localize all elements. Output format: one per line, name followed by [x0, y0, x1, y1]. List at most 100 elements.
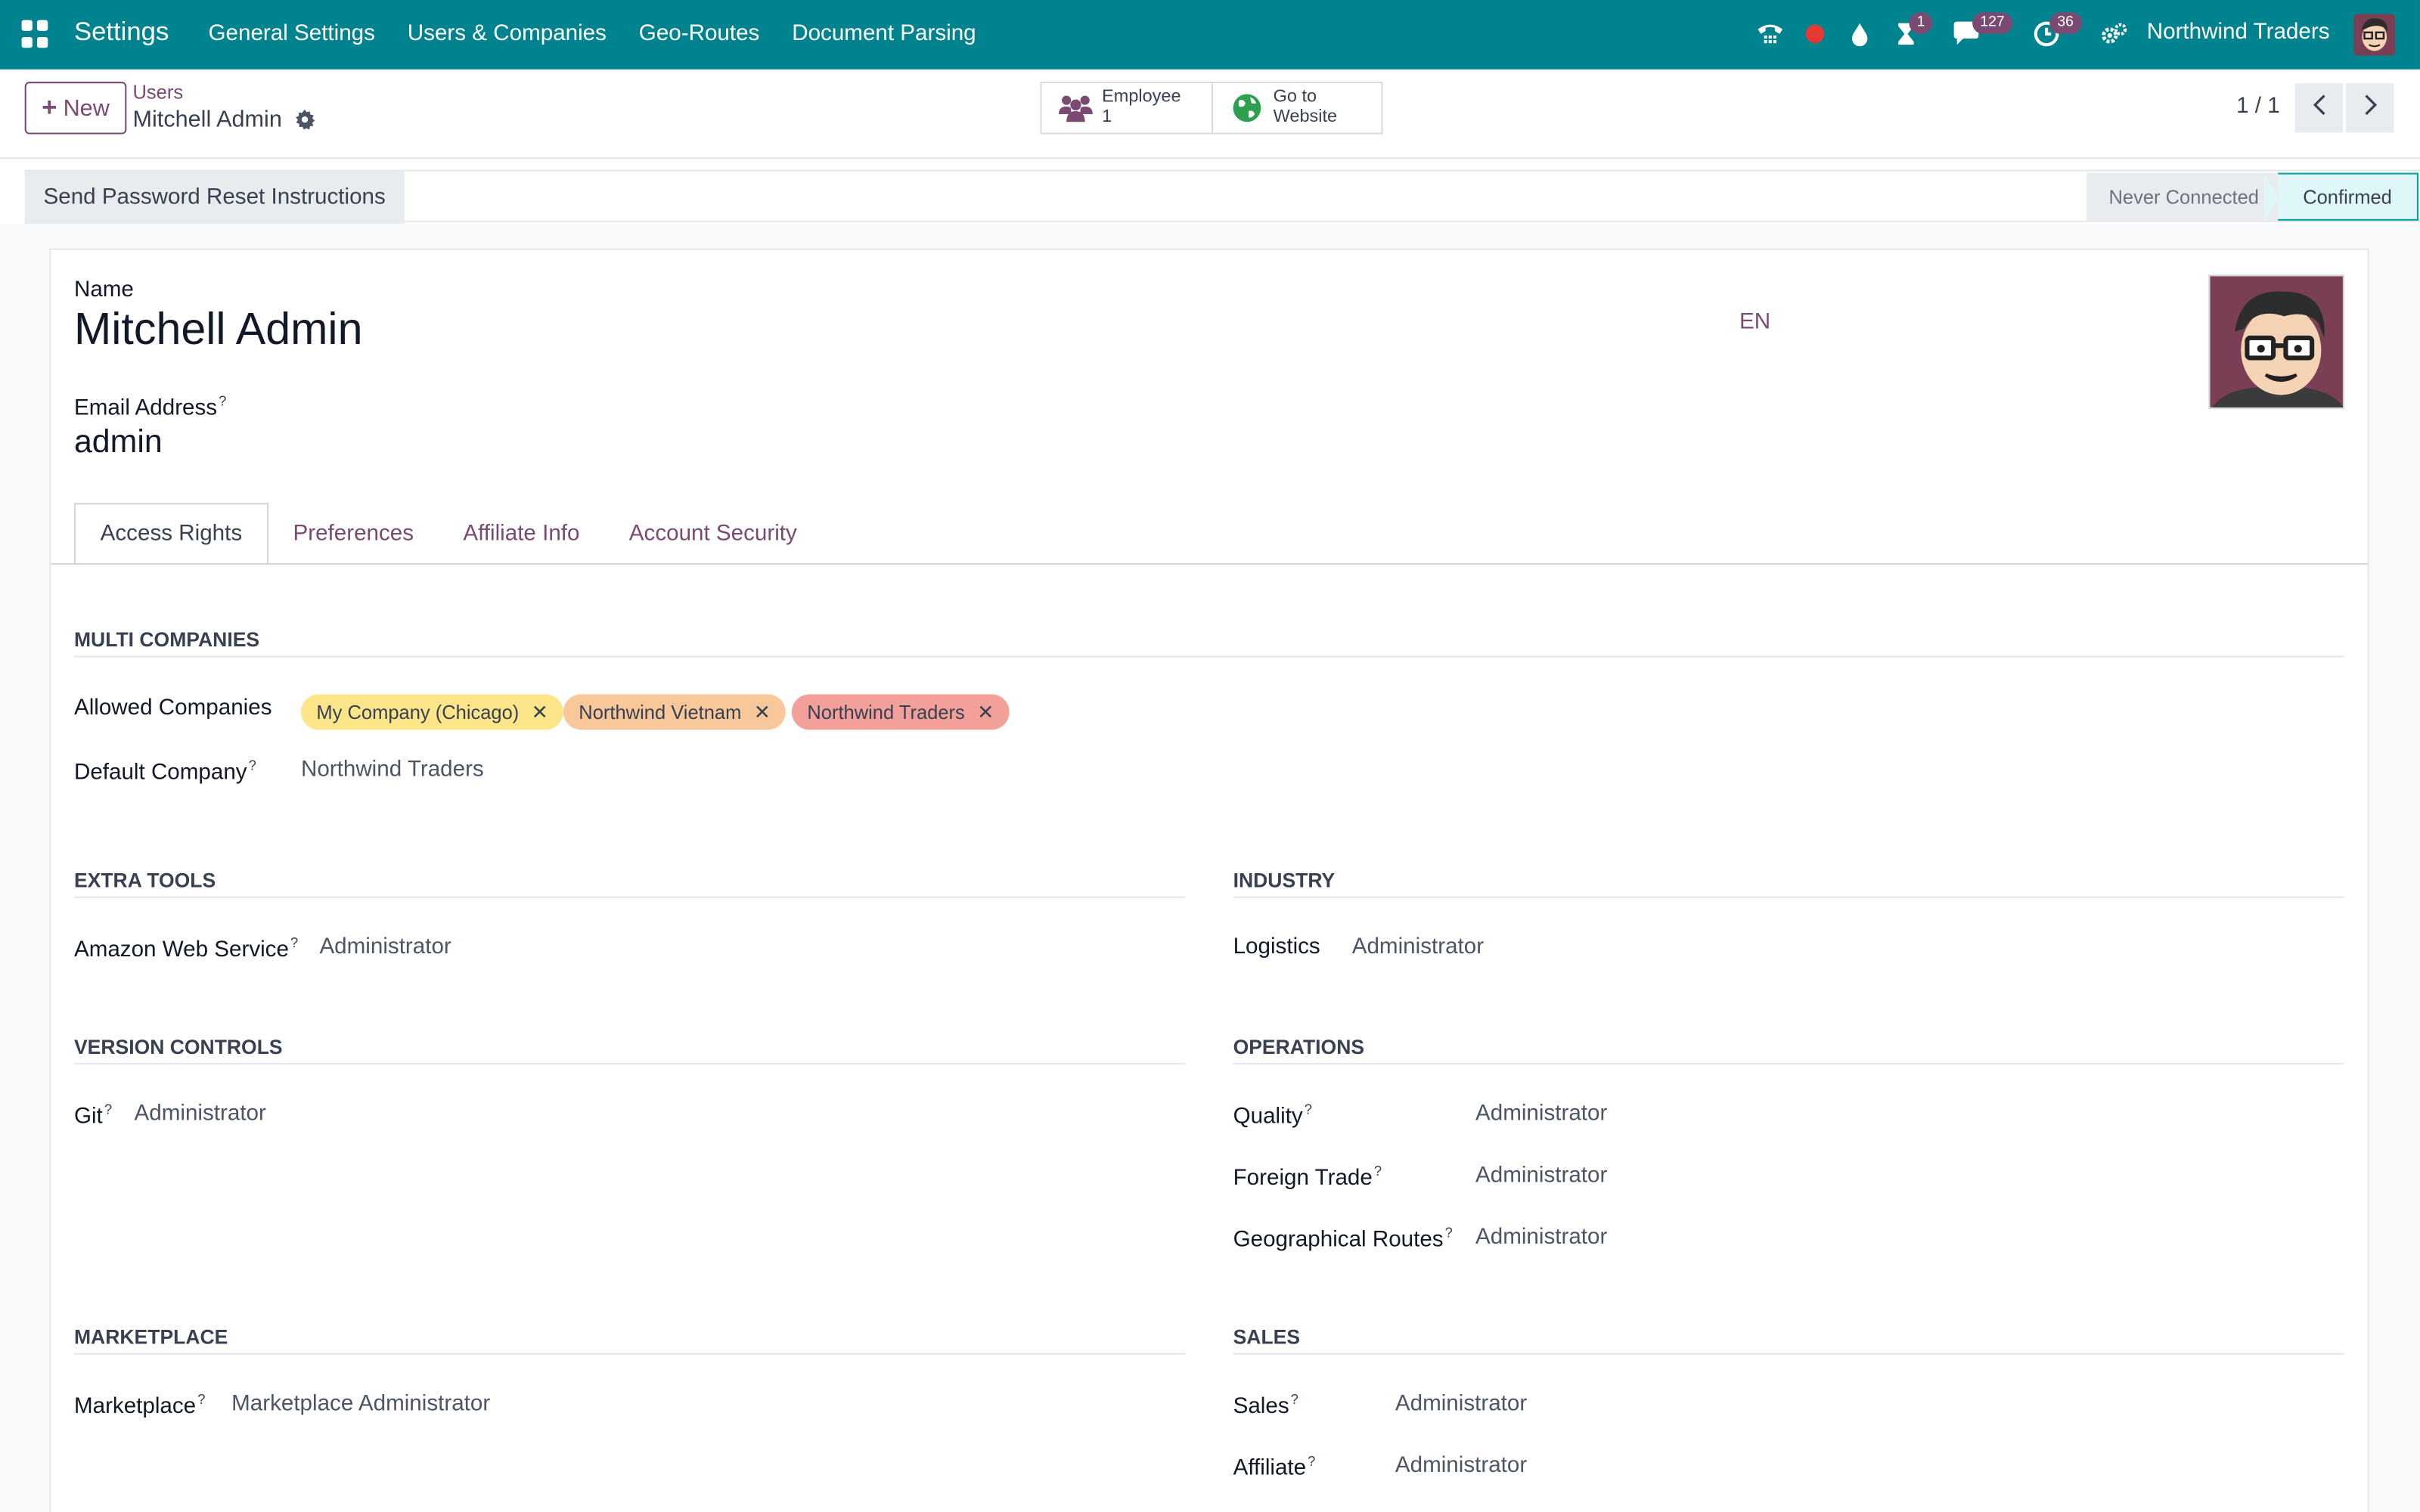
help-mark[interactable]: ?	[219, 393, 226, 408]
chevron-right-icon	[2362, 93, 2377, 122]
help-mark[interactable]: ?	[1308, 1453, 1315, 1468]
affiliate-label: Affiliate?	[1233, 1453, 1316, 1480]
settings-gears-icon[interactable]	[2099, 18, 2130, 49]
water-drop-icon[interactable]	[1844, 18, 1876, 49]
company-switcher[interactable]: Northwind Traders	[2147, 20, 2330, 45]
help-mark[interactable]: ?	[197, 1392, 205, 1407]
close-icon[interactable]: ✕	[977, 700, 994, 725]
section-marketplace: MARKETPLACE	[73, 1325, 228, 1349]
foreign-trade-field[interactable]: Administrator	[1475, 1163, 1607, 1188]
company-tag-label: Northwind Traders	[807, 701, 965, 723]
chat-icon[interactable]: 127	[1951, 12, 2012, 49]
company-tag[interactable]: My Company (Chicago) ✕	[300, 694, 564, 730]
new-button-label: New	[63, 94, 110, 122]
app-title[interactable]: Settings	[74, 17, 169, 48]
pager-value[interactable]: 1 / 1	[2236, 94, 2280, 119]
send-password-reset-button[interactable]: Send Password Reset Instructions	[24, 171, 405, 224]
employee-smart-button[interactable]: Employee 1	[1041, 83, 1212, 133]
quality-label-text: Quality	[1233, 1104, 1303, 1129]
globe-icon	[1228, 89, 1265, 126]
amazon-web-service-label-text: Amazon Web Service	[73, 937, 289, 963]
help-mark[interactable]: ?	[290, 935, 298, 950]
git-field[interactable]: Administrator	[135, 1101, 266, 1126]
recording-dot-icon[interactable]	[1800, 18, 1831, 49]
company-tag[interactable]: Northwind Vietnam ✕	[563, 694, 786, 730]
git-label-text: Git	[73, 1104, 103, 1129]
stage-confirmed[interactable]: Confirmed	[2263, 172, 2418, 222]
section-divider	[73, 1352, 1186, 1355]
affiliate-field[interactable]: Administrator	[1395, 1453, 1527, 1478]
tab-account-security[interactable]: Account Security	[604, 503, 821, 565]
new-button[interactable]: + New	[24, 82, 127, 135]
email-label-text: Email Address	[73, 396, 218, 421]
tab-affiliate-info[interactable]: Affiliate Info	[439, 503, 604, 565]
help-mark[interactable]: ?	[249, 758, 256, 773]
affiliate-label-text: Affiliate	[1233, 1456, 1307, 1481]
geographical-routes-label: Geographical Routes?	[1233, 1225, 1453, 1252]
breadcrumb-users[interactable]: Users	[133, 82, 184, 104]
default-company-label-text: Default Company	[73, 760, 247, 785]
form-tabs: Access Rights Preferences Affiliate Info…	[73, 503, 822, 565]
language-button[interactable]: EN	[1739, 310, 1770, 335]
clock-icon[interactable]: 36	[2031, 12, 2082, 49]
section-multi-companies: MULTI COMPANIES	[73, 627, 260, 652]
company-tag-label: My Company (Chicago)	[316, 701, 520, 723]
section-divider	[1233, 896, 2344, 898]
company-tag[interactable]: Northwind Traders ✕	[791, 694, 1010, 730]
control-panel: + New Users Mitchell Admin Employee 1 Go…	[0, 69, 2420, 160]
section-divider	[73, 655, 2344, 658]
form-sheet	[49, 248, 2369, 1512]
allowed-companies-label: Allowed Companies	[73, 696, 272, 721]
default-company-field[interactable]: Northwind Traders	[301, 758, 484, 782]
stage-never-connected[interactable]: Never Connected	[2086, 172, 2282, 221]
pager-previous-button[interactable]	[2294, 83, 2343, 133]
hourglass-icon[interactable]: 1	[1891, 12, 1933, 49]
tab-access-rights[interactable]: Access Rights	[73, 503, 268, 565]
user-avatar[interactable]	[2353, 14, 2396, 56]
section-version-controls: VERSION CONTROLS	[73, 1035, 283, 1058]
menu-geo-routes[interactable]: Geo-Routes	[639, 0, 760, 70]
geographical-routes-label-text: Geographical Routes	[1233, 1228, 1444, 1253]
help-mark[interactable]: ?	[1305, 1101, 1312, 1117]
logistics-field[interactable]: Administrator	[1352, 935, 1484, 960]
menu-general-settings[interactable]: General Settings	[209, 0, 375, 70]
pager-next-button[interactable]	[2346, 83, 2394, 133]
breadcrumb-current-label: Mitchell Admin	[132, 106, 282, 133]
name-field[interactable]: Mitchell Admin	[74, 305, 363, 356]
apps-menu-icon[interactable]	[21, 20, 50, 48]
amazon-web-service-field[interactable]: Administrator	[319, 935, 451, 960]
smart-buttons: Employee 1 Go to Website	[1040, 82, 1383, 135]
marketplace-field[interactable]: Marketplace Administrator	[231, 1392, 490, 1417]
user-photo[interactable]	[2208, 274, 2344, 409]
help-mark[interactable]: ?	[1445, 1225, 1453, 1240]
close-icon[interactable]: ✕	[532, 700, 548, 725]
section-divider	[1233, 1352, 2344, 1355]
quality-field[interactable]: Administrator	[1475, 1101, 1607, 1126]
default-company-label: Default Company?	[74, 758, 256, 785]
section-extra-tools: EXTRA TOOLS	[73, 868, 216, 892]
activity-badge: 1	[1909, 12, 1933, 34]
section-divider	[1233, 1063, 2344, 1065]
geographical-routes-field[interactable]: Administrator	[1475, 1225, 1607, 1250]
sales-label: Sales?	[1233, 1392, 1298, 1419]
help-mark[interactable]: ?	[1374, 1163, 1382, 1179]
tab-preferences[interactable]: Preferences	[268, 503, 439, 565]
section-divider	[73, 896, 1186, 898]
amazon-web-service-label: Amazon Web Service?	[74, 935, 298, 962]
close-icon[interactable]: ✕	[754, 700, 771, 725]
top-navbar: Settings General Settings Users & Compan…	[0, 0, 2420, 70]
section-divider	[73, 1063, 1186, 1065]
menu-document-parsing[interactable]: Document Parsing	[792, 0, 976, 70]
menu-users-companies[interactable]: Users & Companies	[408, 0, 607, 70]
plus-icon: +	[42, 92, 57, 122]
name-label: Name	[73, 277, 134, 302]
marketplace-label: Marketplace?	[74, 1392, 205, 1419]
gear-icon[interactable]	[294, 109, 316, 131]
go-to-website-button[interactable]: Go to Website	[1212, 83, 1382, 133]
phone-icon[interactable]	[1754, 18, 1786, 49]
email-field[interactable]: admin	[74, 424, 163, 461]
help-mark[interactable]: ?	[1291, 1392, 1298, 1407]
help-mark[interactable]: ?	[104, 1101, 112, 1117]
users-icon	[1057, 89, 1094, 126]
sales-field[interactable]: Administrator	[1395, 1392, 1527, 1417]
